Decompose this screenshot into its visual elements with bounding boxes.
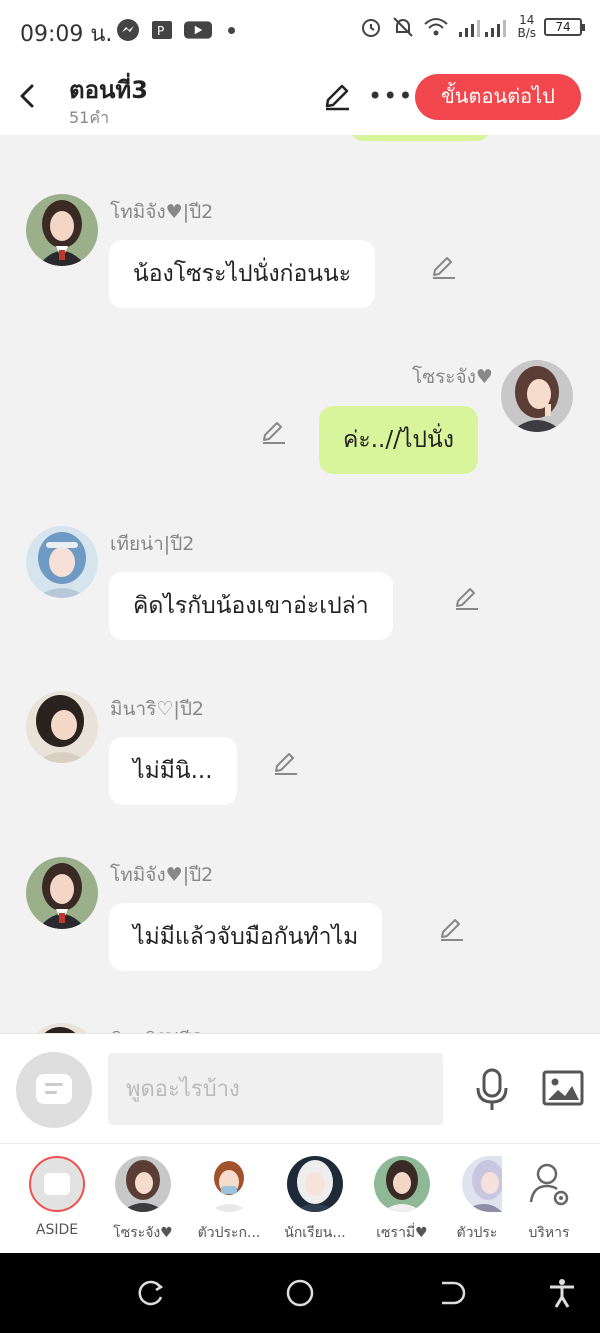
edit-message-icon[interactable] — [438, 915, 466, 943]
character-label: ตัวประ — [456, 1225, 498, 1241]
message-bubble[interactable]: ไม่มีนิ... — [109, 737, 237, 805]
character-avatar — [287, 1156, 343, 1212]
edit-message-icon[interactable] — [453, 584, 481, 612]
character-item[interactable]: ตัวประก... — [189, 1156, 269, 1244]
user-settings-icon — [521, 1156, 577, 1212]
message-bubble[interactable]: คิดไรกับน้องเขาอ่ะเปล่า — [109, 572, 393, 640]
status-bar: 09:09 น. P 14 B/s 74 — [0, 0, 600, 60]
character-label: นักเรียน... — [284, 1225, 346, 1241]
sender-name: โทมิจัง♥|ปี2 — [110, 864, 214, 886]
home-icon[interactable] — [284, 1277, 316, 1309]
input-bar — [0, 1033, 600, 1143]
character-avatar — [374, 1156, 430, 1212]
more-notifications-dot — [228, 26, 235, 34]
avatar[interactable] — [26, 194, 98, 266]
partial-message-bubble — [350, 135, 490, 141]
next-step-button[interactable]: ขั้นตอนต่อไป — [415, 74, 581, 120]
aside-icon — [29, 1156, 85, 1212]
avatar[interactable] — [26, 526, 98, 598]
edit-message-icon[interactable] — [260, 418, 288, 446]
character-label: ASIDE — [35, 1222, 79, 1238]
messenger-icon — [117, 19, 139, 41]
message-input[interactable] — [108, 1053, 443, 1125]
svg-text:P: P — [157, 24, 164, 38]
message-bubble[interactable]: ไม่มีแล้วจับมือกันทำไม — [109, 903, 383, 971]
signal-icon — [459, 20, 507, 37]
wifi-icon — [424, 18, 449, 36]
youtube-icon — [184, 21, 212, 39]
character-item[interactable]: ตัวประ — [437, 1156, 517, 1244]
android-nav-bar — [0, 1253, 600, 1333]
notification-icons: P — [116, 18, 235, 42]
avatar[interactable] — [501, 360, 573, 432]
character-aside[interactable]: ASIDE — [17, 1156, 97, 1238]
character-label: ตัวประก... — [197, 1225, 261, 1241]
sender-name: โทมิจัง♥|ปี2 — [110, 201, 214, 223]
character-avatar — [115, 1156, 171, 1212]
word-count: 51คำ — [69, 108, 110, 127]
mute-bell-icon — [393, 17, 414, 37]
episode-title: ตอนที่3 — [69, 76, 148, 104]
sender-name: โซระจัง♥ — [412, 366, 493, 388]
character-bar: ASIDE โซระจัง♥ ตัวประก... นักเรียน... เซ… — [0, 1143, 600, 1253]
character-label: เซรามี่♥ — [376, 1225, 428, 1241]
app-header: ตอนที่3 51คำ ••• ขั้นตอนต่อไป — [0, 60, 600, 135]
alarm-icon — [362, 19, 381, 37]
back-arrow-icon[interactable] — [14, 80, 44, 112]
chat-bubble-icon — [36, 1074, 72, 1104]
character-item[interactable]: นักเรียน... — [275, 1156, 355, 1244]
character-item[interactable]: โซระจัง♥ — [103, 1156, 183, 1244]
avatar[interactable] — [26, 691, 98, 763]
net-speed-unit: B/s — [517, 26, 536, 40]
edit-message-icon[interactable] — [272, 749, 300, 777]
chat-area[interactable]: โทมิจัง♥|ปี2 น้องโซระไปนั่งก่อนนะ โซระจั… — [0, 135, 600, 1033]
accessibility-icon[interactable] — [546, 1277, 578, 1309]
sender-name: มินาริ♡|ปี2 — [110, 698, 204, 720]
powerpoint-icon: P — [152, 21, 172, 39]
sender-name: เทียน่า|ปี2 — [110, 533, 195, 555]
more-options-icon[interactable]: ••• — [368, 82, 413, 110]
image-icon[interactable] — [542, 1070, 584, 1106]
character-item[interactable]: เซรามี่♥ — [362, 1156, 442, 1244]
character-avatar — [462, 1156, 502, 1212]
edit-message-icon[interactable] — [430, 253, 458, 281]
avatar[interactable] — [26, 857, 98, 929]
back-nav-icon[interactable] — [434, 1277, 466, 1309]
character-avatar — [201, 1156, 257, 1212]
message-bubble[interactable]: น้องโซระไปนั่งก่อนนะ — [109, 240, 376, 308]
sender-name: มินาริ♡|ปี2 — [110, 1025, 204, 1033]
my-message-bubble[interactable]: ค่ะ..//ไปนั่ง — [319, 406, 478, 474]
status-time: 09:09 น. — [20, 22, 113, 47]
edit-title-icon[interactable] — [322, 82, 352, 112]
character-label: โซระจัง♥ — [113, 1225, 173, 1241]
aside-toggle-button[interactable] — [16, 1052, 92, 1128]
character-label: บริหาร — [528, 1225, 570, 1241]
net-speed: 14 B/s — [517, 14, 536, 40]
avatar[interactable] — [26, 1023, 98, 1033]
status-right: 14 B/s 74 — [359, 14, 585, 40]
recent-apps-icon[interactable] — [134, 1277, 166, 1309]
manage-characters-button[interactable]: บริหาร — [509, 1156, 589, 1244]
battery-icon: 74 — [544, 18, 585, 36]
microphone-icon[interactable] — [474, 1068, 510, 1112]
